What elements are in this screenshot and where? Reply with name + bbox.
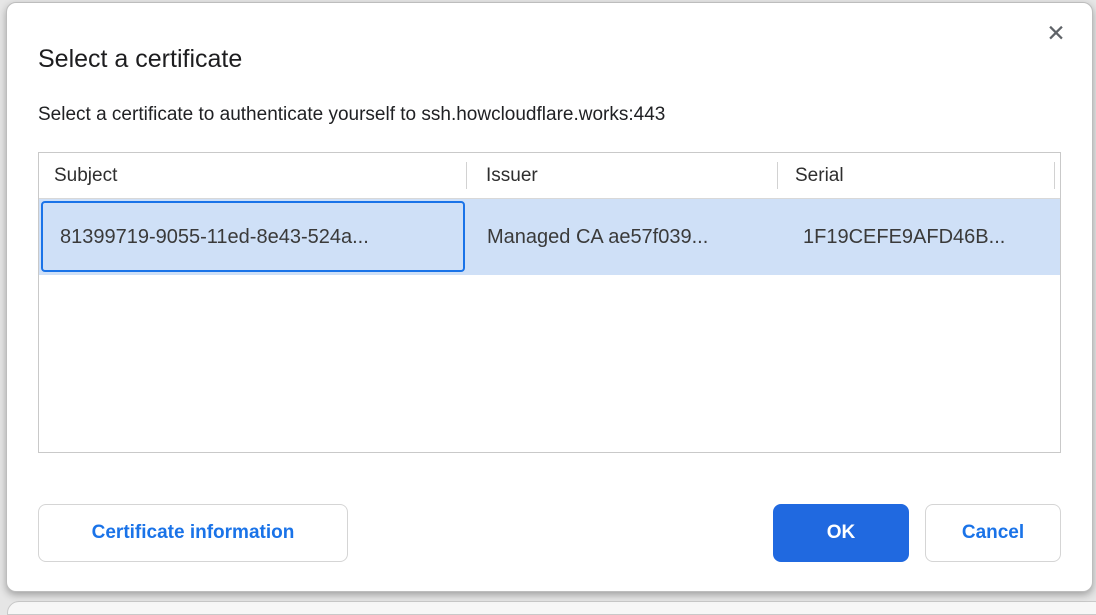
cell-issuer: Managed CA ae57f039...: [467, 226, 778, 249]
column-header-issuer: Issuer: [467, 153, 778, 198]
dialog-title: Select a certificate: [38, 45, 242, 74]
column-header-subject: Subject: [39, 153, 467, 198]
column-header-serial: Serial: [778, 153, 1055, 198]
cell-subject: 81399719-9055-11ed-8e43-524a...: [39, 226, 467, 249]
background-window-edge: [7, 601, 1096, 615]
certificate-table: Subject Issuer Serial 81399719-9055-11ed…: [38, 152, 1061, 453]
ok-cancel-group: OK Cancel: [773, 504, 1061, 562]
close-icon[interactable]: ✕: [1042, 19, 1070, 47]
ok-button[interactable]: OK: [773, 504, 909, 562]
table-header-row: Subject Issuer Serial: [39, 153, 1060, 199]
table-row-selected[interactable]: 81399719-9055-11ed-8e43-524a... Managed …: [39, 199, 1060, 275]
dialog-subtitle: Select a certificate to authenticate you…: [38, 104, 665, 126]
cell-serial: 1F19CEFE9AFD46B...: [778, 226, 1055, 249]
certificate-dialog: ✕ Select a certificate Select a certific…: [6, 2, 1093, 592]
cancel-button[interactable]: Cancel: [925, 504, 1061, 562]
certificate-information-button[interactable]: Certificate information: [38, 504, 348, 562]
dialog-button-bar: Certificate information OK Cancel: [38, 504, 1061, 562]
